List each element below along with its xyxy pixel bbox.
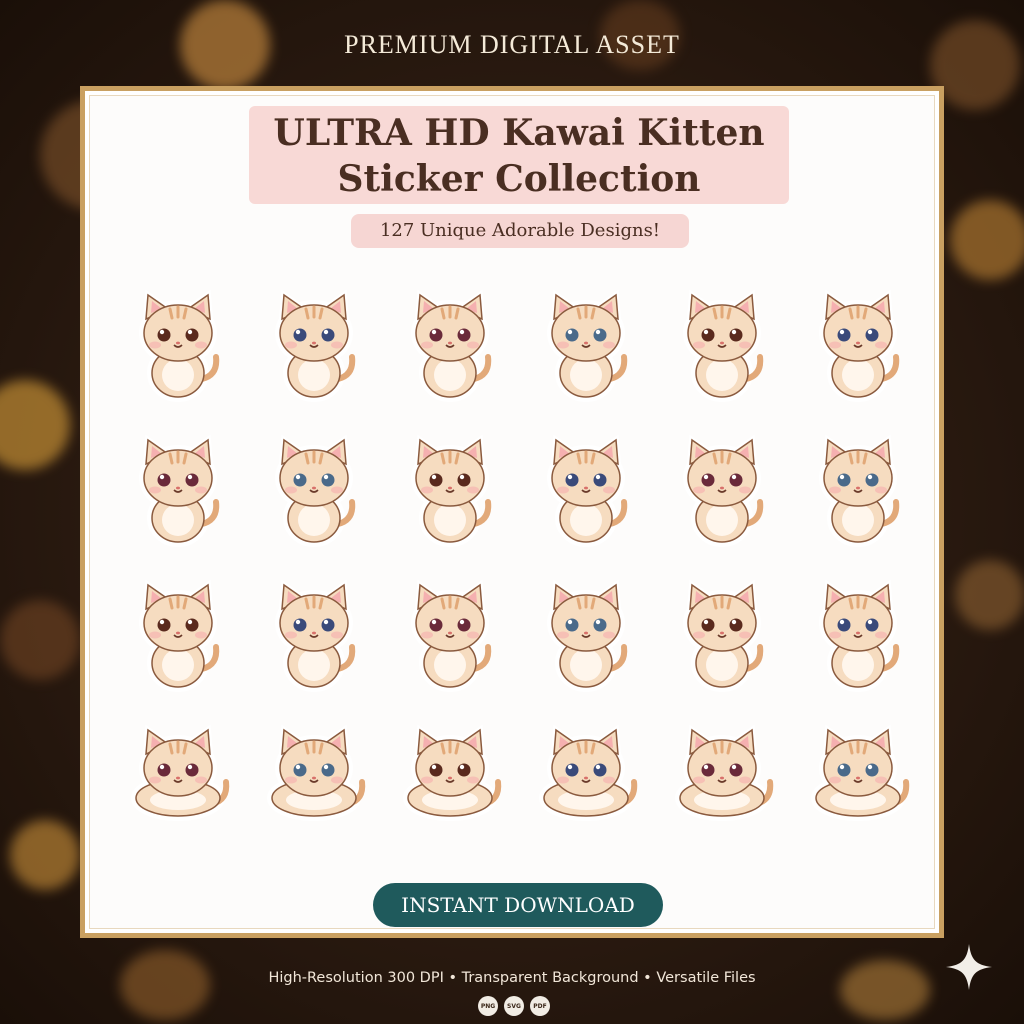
kitten-sticker (518, 416, 654, 561)
kitten-sticker (790, 416, 926, 561)
card-inner: ULTRA HD Kawai Kitten Sticker Collection… (89, 95, 935, 929)
kitten-icon (547, 434, 628, 547)
kitten-icon (411, 289, 492, 402)
kitten-sticker (382, 271, 518, 416)
kitten-icon (267, 724, 366, 821)
kitten-icon (539, 724, 638, 821)
kitten-icon (819, 289, 900, 402)
kitten-sticker (382, 416, 518, 561)
features-line: High-Resolution 300 DPI • Transparent Ba… (268, 970, 756, 986)
product-title-line2: Sticker Collection (337, 158, 701, 200)
sparkle-icon (946, 944, 992, 990)
png-format-icon: PNG (478, 996, 498, 1016)
sticker-grid (110, 271, 926, 851)
kitten-icon (275, 434, 356, 547)
design-count-badge: 127 Unique Adorable Designs! (351, 214, 689, 248)
kitten-sticker (654, 706, 790, 851)
kitten-icon (411, 579, 492, 692)
title-banner: ULTRA HD Kawai Kitten Sticker Collection (249, 106, 789, 204)
kitten-icon (811, 724, 910, 821)
kitten-icon (683, 434, 764, 547)
kitten-sticker (654, 416, 790, 561)
kitten-icon (683, 579, 764, 692)
kitten-sticker (382, 706, 518, 851)
kitten-sticker (246, 561, 382, 706)
kitten-sticker (246, 271, 382, 416)
pdf-format-icon: PDF (530, 996, 550, 1016)
kitten-sticker (518, 271, 654, 416)
kitten-sticker (654, 561, 790, 706)
kitten-icon (547, 579, 628, 692)
product-title-line1: ULTRA HD Kawai Kitten (273, 112, 765, 154)
kitten-icon (411, 434, 492, 547)
kitten-icon (819, 434, 900, 547)
kitten-sticker (790, 271, 926, 416)
kitten-icon (275, 289, 356, 402)
kitten-sticker (654, 271, 790, 416)
premium-asset-label: PREMIUM DIGITAL ASSET (344, 30, 680, 59)
kitten-sticker (790, 561, 926, 706)
kitten-icon (139, 289, 220, 402)
kitten-icon (675, 724, 774, 821)
kitten-sticker (246, 416, 382, 561)
kitten-sticker (518, 561, 654, 706)
kitten-icon (403, 724, 502, 821)
kitten-sticker (246, 706, 382, 851)
kitten-icon (683, 289, 764, 402)
kitten-sticker (110, 416, 246, 561)
kitten-icon (139, 434, 220, 547)
kitten-icon (131, 724, 230, 821)
kitten-sticker (110, 561, 246, 706)
kitten-sticker (110, 706, 246, 851)
kitten-sticker (790, 706, 926, 851)
product-card: ULTRA HD Kawai Kitten Sticker Collection… (80, 86, 944, 938)
kitten-icon (547, 289, 628, 402)
kitten-sticker (110, 271, 246, 416)
kitten-icon (819, 579, 900, 692)
kitten-icon (275, 579, 356, 692)
instant-download-button[interactable]: INSTANT DOWNLOAD (373, 883, 663, 927)
svg-format-icon: SVG (504, 996, 524, 1016)
kitten-sticker (382, 561, 518, 706)
format-badges: PNG SVG PDF (474, 996, 554, 1016)
kitten-icon (139, 579, 220, 692)
kitten-sticker (518, 706, 654, 851)
